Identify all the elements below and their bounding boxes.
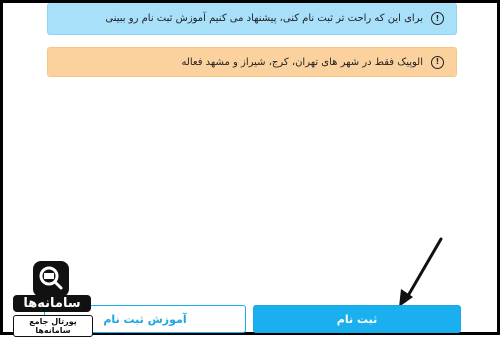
watermark-logo: سامانه‌ها پورتال جامع سامانه‌ها <box>5 261 101 337</box>
search-monitor-icon <box>39 266 63 290</box>
watermark-subtitle: پورتال جامع سامانه‌ها <box>13 315 93 337</box>
pointer-arrow-icon <box>399 237 443 307</box>
info-icon: ! <box>431 55 444 69</box>
info-icon: ! <box>431 12 444 25</box>
logo-badge <box>33 261 69 297</box>
register-button[interactable]: ثبت نام <box>253 305 461 333</box>
page-frame: ! برای این که راحت تر ثبت نام کنی، پیشنه… <box>0 0 500 337</box>
warning-alert-text: الوپیک فقط در شهر های تهران، کرج، شیراز … <box>181 56 423 68</box>
info-alert-text: برای این که راحت تر ثبت نام کنی، پیشنهاد… <box>105 13 423 24</box>
info-alert: ! برای این که راحت تر ثبت نام کنی، پیشنه… <box>47 3 457 35</box>
warning-alert: ! الوپیک فقط در شهر های تهران، کرج، شیرا… <box>47 47 457 77</box>
watermark-name: سامانه‌ها <box>13 295 91 312</box>
